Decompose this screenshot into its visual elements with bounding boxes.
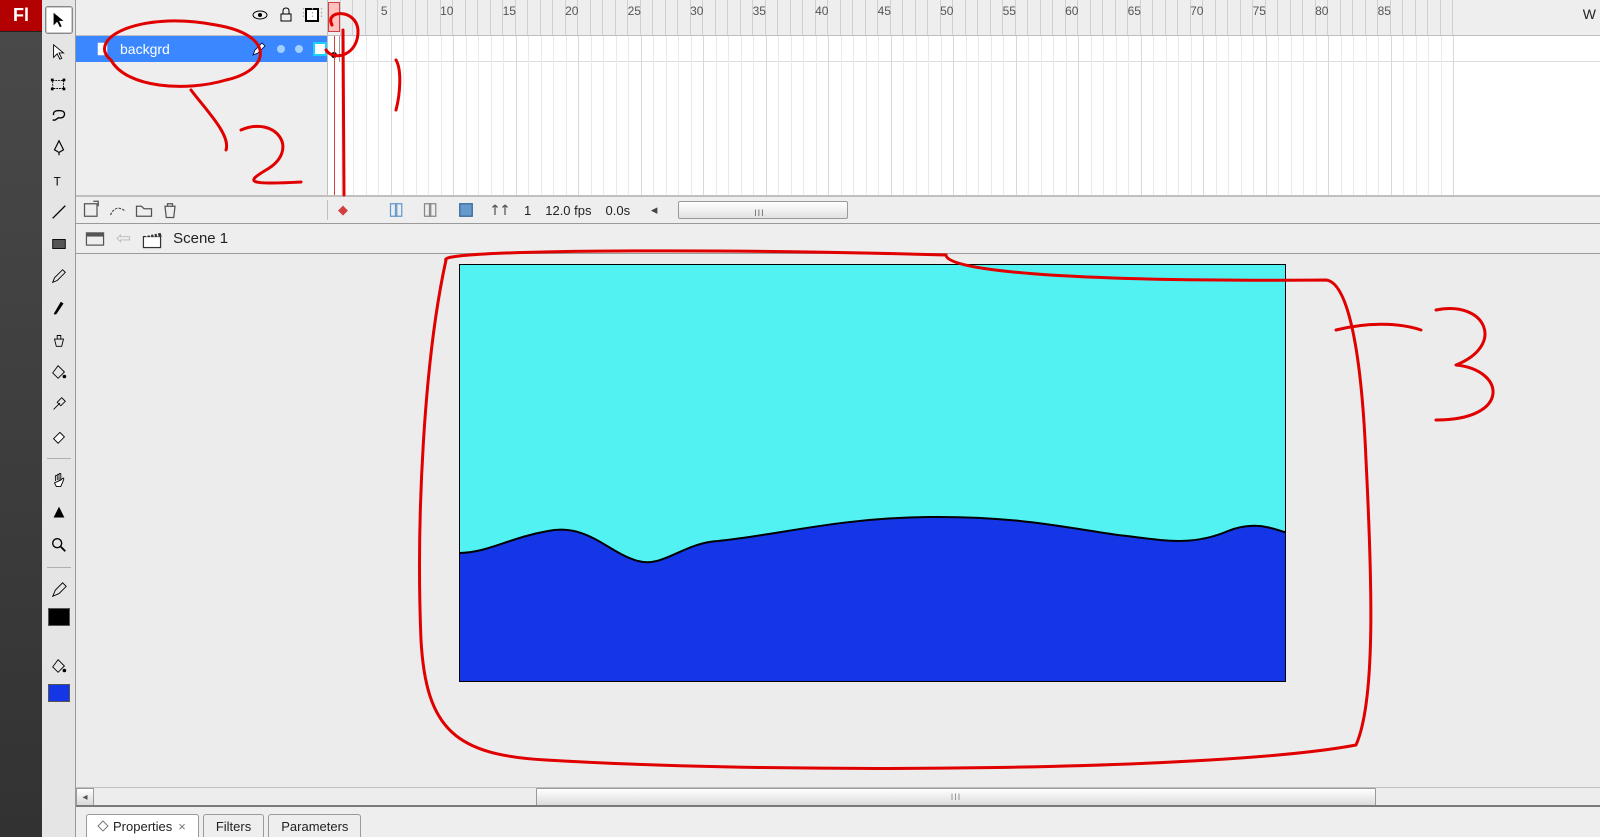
- app-root: Fl T: [0, 0, 1600, 837]
- line-tool[interactable]: [45, 198, 73, 226]
- hscroll-thumb[interactable]: III: [536, 788, 1376, 805]
- edit-scene-button[interactable]: [84, 228, 106, 250]
- timeline-footer: ⋮⋮⋮ ◆ 1 12.0 fps 0.0s ◂ III: [76, 196, 1600, 224]
- ink-bottle-tool[interactable]: [45, 326, 73, 354]
- timeline-scrollbar[interactable]: III: [678, 201, 848, 219]
- scene-clapper-icon: [141, 228, 163, 250]
- hscroll-left-button[interactable]: ◂: [76, 788, 94, 805]
- scene-bar: ⇦ Scene 1 W: [76, 224, 1600, 254]
- stage-area[interactable]: ◂ III: [76, 254, 1600, 805]
- bottom-panel: Properties × Filters Parameters: [76, 805, 1600, 837]
- canvas-stage[interactable]: [459, 264, 1286, 682]
- scene-name: Scene 1: [173, 230, 228, 247]
- tab-close-icon[interactable]: ×: [178, 819, 186, 834]
- layers-area: backgrd: [76, 36, 1600, 196]
- rectangle-tool[interactable]: [45, 230, 73, 258]
- frames-column[interactable]: [328, 36, 1600, 195]
- layer-type-icon: [96, 42, 110, 56]
- new-layer-button[interactable]: [82, 200, 102, 220]
- brush-tool[interactable]: [45, 294, 73, 322]
- eraser-tool[interactable]: [45, 422, 73, 450]
- visibility-header-icon[interactable]: [251, 6, 269, 24]
- current-frame-value: 1: [524, 203, 531, 218]
- layer-visibility-dot[interactable]: [277, 45, 285, 53]
- svg-text:T: T: [53, 175, 60, 188]
- timeline-footer-right: ◆ 1 12.0 fps 0.0s ◂ III: [328, 200, 1600, 220]
- zoom-tool-mask[interactable]: [45, 499, 73, 527]
- eyedropper-tool[interactable]: [45, 390, 73, 418]
- tab-parameters[interactable]: Parameters: [268, 814, 361, 837]
- new-motion-guide-button[interactable]: [108, 200, 128, 220]
- modify-onion-markers-button[interactable]: [490, 200, 510, 220]
- app-strip: Fl: [0, 0, 42, 837]
- onion-skin-button[interactable]: [388, 200, 408, 220]
- tab-filters[interactable]: Filters: [203, 814, 264, 837]
- layer-name: backgrd: [120, 41, 241, 57]
- edit-multiple-frames-button[interactable]: [456, 200, 476, 220]
- playhead-marker-icon: ◆: [338, 202, 348, 218]
- hand-tool[interactable]: [45, 467, 73, 495]
- onion-skin-outlines-button[interactable]: [422, 200, 442, 220]
- tab-filters-label: Filters: [216, 819, 251, 834]
- tool-divider-2: [47, 567, 71, 568]
- free-transform-tool[interactable]: [45, 70, 73, 98]
- scroll-left-button[interactable]: ◂: [644, 200, 664, 220]
- layer-lock-dot[interactable]: [295, 45, 303, 53]
- tab-properties-label: Properties: [113, 819, 172, 834]
- fps-value: 12.0 fps: [545, 203, 591, 218]
- delete-layer-button[interactable]: [160, 200, 180, 220]
- text-tool[interactable]: T: [45, 166, 73, 194]
- timeline-ruler[interactable]: 5101520253035404550556065707580851: [328, 0, 1600, 35]
- zoom-tool[interactable]: [45, 531, 73, 559]
- frames-row[interactable]: [328, 36, 1600, 62]
- tab-diamond-icon: [97, 820, 108, 831]
- tool-divider: [47, 458, 71, 459]
- tools-panel: T: [42, 0, 76, 837]
- resize-gripper[interactable]: ⋮⋮⋮: [298, 6, 325, 19]
- elapsed-value: 0.0s: [606, 203, 631, 218]
- tab-parameters-label: Parameters: [281, 819, 348, 834]
- lock-header-icon[interactable]: [277, 6, 295, 24]
- pencil-tool[interactable]: [45, 262, 73, 290]
- layer-header-spacer: [76, 0, 328, 35]
- stroke-color-pencil[interactable]: [45, 576, 73, 604]
- subselection-tool[interactable]: [45, 38, 73, 66]
- layer-edit-icon: [251, 41, 267, 57]
- timeline-footer-left: ⋮⋮⋮: [76, 200, 328, 220]
- layers-column: backgrd: [76, 36, 328, 195]
- tab-properties[interactable]: Properties ×: [86, 814, 199, 837]
- paint-bucket-tool[interactable]: [45, 358, 73, 386]
- flash-logo: Fl: [0, 0, 42, 32]
- layer-outline-box[interactable]: [313, 42, 327, 56]
- stroke-swatch[interactable]: [48, 608, 70, 626]
- fill-color-bucket[interactable]: [45, 652, 73, 680]
- layer-row-backgrd[interactable]: backgrd: [76, 36, 327, 62]
- new-folder-button[interactable]: [134, 200, 154, 220]
- pen-tool[interactable]: [45, 134, 73, 162]
- fill-swatch[interactable]: [48, 684, 70, 702]
- main-area: 5101520253035404550556065707580851 backg…: [76, 0, 1600, 837]
- scene-bar-right-label: W: [1583, 6, 1596, 22]
- selection-tool[interactable]: [45, 6, 73, 34]
- lasso-tool[interactable]: [45, 102, 73, 130]
- stage-h-scrollbar[interactable]: ◂ III: [76, 787, 1600, 805]
- scene-back-button[interactable]: ⇦: [116, 228, 131, 249]
- sea-shape: [459, 513, 1286, 682]
